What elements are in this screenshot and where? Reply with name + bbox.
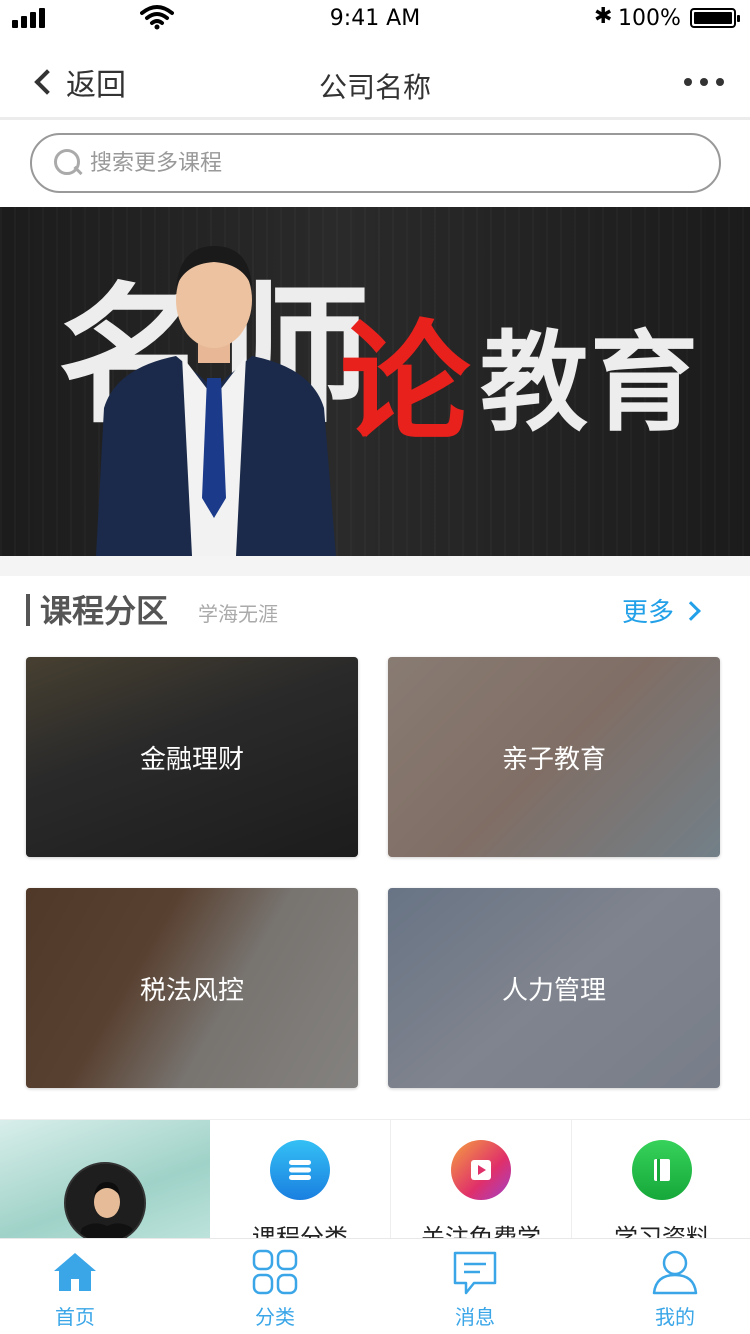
teacher-panel[interactable] bbox=[0, 1120, 210, 1240]
tab-label: 消息 bbox=[455, 1305, 495, 1329]
feature-study-materials[interactable]: 学习资料 bbox=[571, 1120, 750, 1252]
banner-char: 育 bbox=[590, 321, 699, 446]
avatar bbox=[64, 1162, 146, 1240]
banner-char: 论 bbox=[340, 307, 471, 459]
section-subtitle: 学海无涯 bbox=[198, 602, 278, 626]
tab-home[interactable]: 首页 bbox=[0, 1239, 150, 1334]
search-icon bbox=[54, 149, 82, 177]
more-link[interactable]: 更多 bbox=[622, 592, 674, 629]
section-header: 课程分区 学海无涯 更多 bbox=[0, 576, 750, 644]
message-icon bbox=[453, 1251, 497, 1295]
battery-icon bbox=[690, 8, 740, 28]
user-icon bbox=[652, 1250, 698, 1295]
battery-percent: 100% bbox=[618, 6, 681, 31]
feature-strip: 课程分类 关注免费学 学习资料 bbox=[0, 1119, 750, 1252]
chevron-right-icon[interactable] bbox=[681, 601, 701, 621]
tab-label: 首页 bbox=[55, 1305, 95, 1329]
category-label: 人力管理 bbox=[501, 975, 606, 1006]
dot-icon bbox=[684, 78, 692, 86]
stack-icon bbox=[270, 1140, 330, 1200]
tab-bar: 首页 分类 消息 我的 bbox=[0, 1238, 750, 1334]
grid-icon bbox=[252, 1249, 298, 1295]
search-bar[interactable] bbox=[30, 133, 721, 193]
tab-label: 我的 bbox=[655, 1305, 695, 1329]
video-icon bbox=[451, 1140, 511, 1200]
nav-bar: 返回 公司名称 bbox=[0, 44, 750, 120]
more-options-button[interactable] bbox=[684, 76, 724, 88]
category-label: 亲子教育 bbox=[501, 744, 606, 775]
bluetooth-icon: ✱ bbox=[594, 4, 613, 29]
section-accent-bar bbox=[26, 594, 30, 626]
category-card-finance[interactable]: 金融理财 bbox=[26, 657, 358, 857]
tab-message[interactable]: 消息 bbox=[400, 1239, 550, 1334]
category-card-parenting[interactable]: 亲子教育 bbox=[388, 657, 720, 857]
banner-char: 教 bbox=[480, 321, 589, 446]
page-title: 公司名称 bbox=[318, 71, 431, 104]
section-divider bbox=[0, 556, 750, 576]
section-title: 课程分区 bbox=[40, 592, 169, 630]
feature-course-categories[interactable]: 课程分类 bbox=[210, 1120, 390, 1252]
category-card-hr[interactable]: 人力管理 bbox=[388, 888, 720, 1088]
status-bar: 9:41 AM ✱ 100% bbox=[0, 0, 750, 40]
banner-person-image bbox=[96, 246, 336, 556]
book-icon bbox=[632, 1140, 692, 1200]
category-label: 税法风控 bbox=[139, 975, 244, 1006]
tab-label: 分类 bbox=[255, 1305, 295, 1329]
search-input[interactable] bbox=[90, 150, 650, 176]
dot-icon bbox=[716, 78, 724, 86]
tab-category[interactable]: 分类 bbox=[200, 1239, 350, 1334]
category-card-tax[interactable]: 税法风控 bbox=[26, 888, 358, 1088]
category-label: 金融理财 bbox=[139, 744, 244, 775]
dot-icon bbox=[700, 78, 708, 86]
tab-mine[interactable]: 我的 bbox=[600, 1239, 750, 1334]
feature-follow-free[interactable]: 关注免费学 bbox=[390, 1120, 570, 1252]
home-icon bbox=[54, 1253, 96, 1291]
